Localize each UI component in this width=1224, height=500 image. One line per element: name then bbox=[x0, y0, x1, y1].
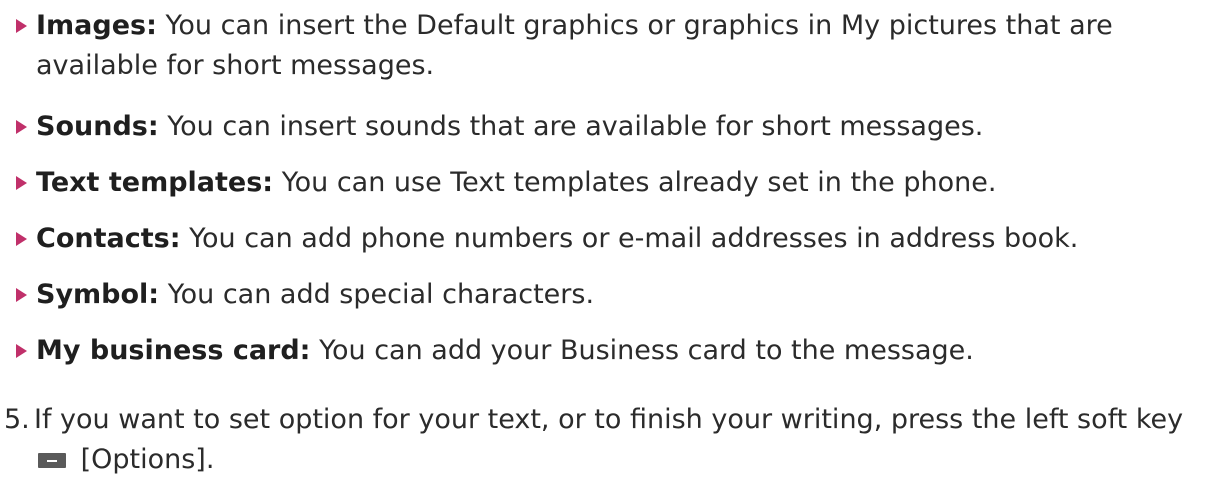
item-description: You can use Text templates already set i… bbox=[273, 167, 997, 198]
bullet-arrow-icon bbox=[16, 232, 27, 246]
item-description: You can add phone numbers or e-mail addr… bbox=[180, 223, 1079, 254]
list-item: Sounds: You can insert sounds that are a… bbox=[16, 107, 1212, 147]
item-term: Contacts: bbox=[36, 223, 181, 254]
list-item: Symbol: You can add special characters. bbox=[16, 275, 1212, 315]
bullet-arrow-icon bbox=[16, 344, 27, 358]
list-item: My business card: You can add your Busin… bbox=[16, 331, 1212, 371]
item-term: My business card: bbox=[36, 335, 311, 366]
insert-options-list: Images: You can insert the Default graph… bbox=[16, 6, 1212, 371]
step-options-label: [Options]. bbox=[80, 444, 215, 475]
bullet-arrow-icon bbox=[16, 120, 27, 134]
list-item: Images: You can insert the Default graph… bbox=[16, 6, 1212, 86]
bullet-arrow-icon bbox=[16, 19, 27, 33]
list-item: Text templates: You can use Text templat… bbox=[16, 163, 1212, 203]
item-description: You can insert sounds that are available… bbox=[158, 111, 984, 142]
manual-page: Images: You can insert the Default graph… bbox=[0, 0, 1224, 500]
item-description: You can add your Business card to the me… bbox=[310, 335, 974, 366]
item-term: Text templates: bbox=[36, 167, 274, 198]
step-text: If you want to set option for your text,… bbox=[34, 404, 1184, 435]
item-term: Images: bbox=[36, 10, 157, 41]
item-term: Symbol: bbox=[36, 279, 160, 310]
bullet-arrow-icon bbox=[16, 176, 27, 190]
step-5-paragraph: 5. If you want to set option for your te… bbox=[4, 400, 1220, 480]
list-item: Contacts: You can add phone numbers or e… bbox=[16, 219, 1212, 259]
step-number: 5. bbox=[4, 404, 30, 435]
bullet-arrow-icon bbox=[16, 288, 27, 302]
item-description: You can add special characters. bbox=[159, 279, 595, 310]
item-term: Sounds: bbox=[36, 111, 159, 142]
left-soft-key-icon bbox=[38, 453, 66, 468]
item-description: You can insert the Default graphics or g… bbox=[36, 10, 1113, 81]
